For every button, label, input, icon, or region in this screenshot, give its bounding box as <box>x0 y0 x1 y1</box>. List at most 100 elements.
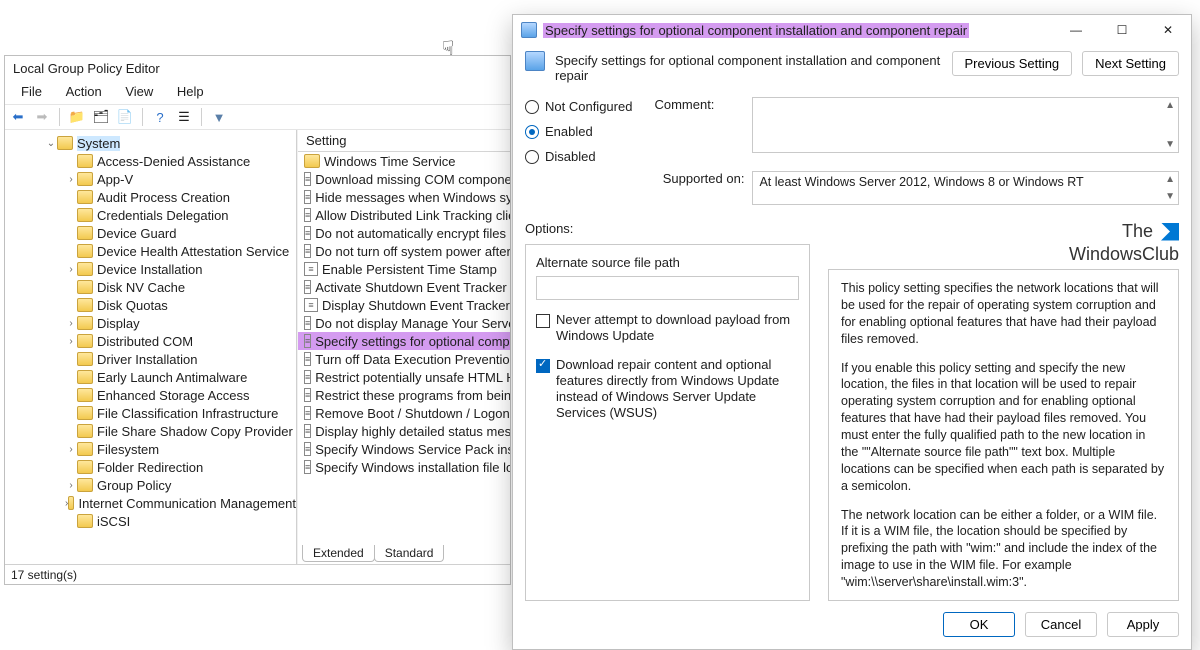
help-icon[interactable]: ? <box>151 108 169 126</box>
radio-enabled[interactable]: Enabled <box>525 124 632 139</box>
policy-icon <box>525 51 545 71</box>
scroll-up-icon[interactable]: ▲ <box>1165 100 1175 111</box>
tree-node-label: Driver Installation <box>97 352 197 367</box>
tree-node[interactable]: Enhanced Storage Access <box>5 386 296 404</box>
options-pane: Options: Alternate source file path Neve… <box>525 221 810 601</box>
tree-node[interactable]: Credentials Delegation <box>5 206 296 224</box>
up-folder-icon[interactable]: 📁 <box>68 108 86 126</box>
chevron-right-icon[interactable]: › <box>65 174 77 185</box>
policy-item-icon: ≡ <box>304 208 311 222</box>
tree-node-system[interactable]: System <box>77 136 120 151</box>
forward-icon[interactable]: ➡ <box>33 108 51 126</box>
minimize-icon[interactable]: — <box>1053 15 1099 45</box>
setting-row[interactable]: ≡Do not turn off system power after a <box>298 242 510 260</box>
chevron-right-icon[interactable]: › <box>65 444 77 455</box>
setting-row[interactable]: ≡Restrict these programs from being <box>298 386 510 404</box>
folder-icon <box>77 370 93 384</box>
maximize-icon[interactable]: ☐ <box>1099 15 1145 45</box>
setting-row[interactable]: ≡Do not display Manage Your Server p <box>298 314 510 332</box>
folder-icon <box>77 460 93 474</box>
chevron-right-icon[interactable]: › <box>65 336 77 347</box>
setting-row[interactable]: ≡Do not automatically encrypt files m <box>298 224 510 242</box>
comment-textarea[interactable]: ▲ ▼ <box>752 97 1179 153</box>
setting-row[interactable]: ≡ Allow Distributed Link Tracking clier <box>298 206 510 224</box>
alt-path-input[interactable] <box>536 276 799 300</box>
wsus-checkbox[interactable]: Download repair content and optional fea… <box>536 357 799 422</box>
gp-tree[interactable]: ⌄ SystemAccess-Denied Assistance › App-VAud… <box>5 130 297 564</box>
tree-node[interactable]: File Share Shadow Copy Provider <box>5 422 296 440</box>
tree-node[interactable]: ›Display <box>5 314 296 332</box>
windows-logo-icon <box>1161 223 1179 241</box>
chevron-right-icon[interactable]: › <box>65 480 77 491</box>
setting-label: Specify settings for optional compo <box>315 334 510 349</box>
setting-row[interactable]: ≡Specify Windows installation file loc <box>298 458 510 476</box>
next-setting-button[interactable]: Next Setting <box>1082 51 1179 76</box>
tree-node[interactable]: Disk Quotas <box>5 296 296 314</box>
cancel-button[interactable]: Cancel <box>1025 612 1097 637</box>
tree-node[interactable]: Early Launch Antimalware <box>5 368 296 386</box>
settings-list[interactable]: Windows Time Service≡Download missing CO… <box>298 152 510 476</box>
policy-dialog-titlebar[interactable]: Specify settings for optional component … <box>513 15 1191 45</box>
previous-setting-button[interactable]: Previous Setting <box>952 51 1073 76</box>
close-icon[interactable]: ✕ <box>1145 15 1191 45</box>
radio-not-configured[interactable]: Not Configured <box>525 99 632 114</box>
chevron-right-icon[interactable]: › <box>65 318 77 329</box>
setting-row[interactable]: ≡Turn off Data Execution Prevention fo <box>298 350 510 368</box>
chevron-right-icon[interactable]: › <box>65 264 77 275</box>
back-icon[interactable]: ⬅ <box>9 108 27 126</box>
chevron-down-icon[interactable]: ⌄ <box>45 138 57 149</box>
tree-node[interactable]: Audit Process Creation <box>5 188 296 206</box>
tree-node[interactable]: ›Filesystem <box>5 440 296 458</box>
setting-label: Allow Distributed Link Tracking clier <box>315 208 510 223</box>
setting-row[interactable]: ≡Download missing COM componer <box>298 170 510 188</box>
menu-help[interactable]: Help <box>167 82 214 101</box>
tree-node[interactable]: ›Distributed COM <box>5 332 296 350</box>
tree-node[interactable]: File Classification Infrastructure <box>5 404 296 422</box>
menu-action[interactable]: Action <box>56 82 112 101</box>
tree-node[interactable]: Disk NV Cache <box>5 278 296 296</box>
apply-button[interactable]: Apply <box>1107 612 1179 637</box>
setting-row[interactable]: ≡Activate Shutdown Event Tracker Sys <box>298 278 510 296</box>
setting-row[interactable]: ≡Display Shutdown Event Tracker <box>298 296 510 314</box>
help-text[interactable]: This policy setting specifies the networ… <box>828 269 1179 601</box>
never-download-checkbox[interactable]: Never attempt to download payload from W… <box>536 312 799 345</box>
ok-button[interactable]: OK <box>943 612 1015 637</box>
show-hide-tree-icon[interactable]: 🗂 <box>92 108 110 126</box>
scroll-down-icon[interactable]: ▼ <box>1165 191 1175 202</box>
tree-node[interactable]: Driver Installation <box>5 350 296 368</box>
properties-icon[interactable]: ☰ <box>175 108 193 126</box>
tree-node[interactable]: ›Device Installation <box>5 260 296 278</box>
tree-node[interactable]: ›Internet Communication Management <box>5 494 296 512</box>
menu-view[interactable]: View <box>115 82 163 101</box>
tab-standard[interactable]: Standard <box>374 545 445 562</box>
settings-column-header[interactable]: Setting <box>298 130 510 152</box>
tree-node[interactable]: ›Group Policy <box>5 476 296 494</box>
scroll-up-icon[interactable]: ▲ <box>1165 174 1175 185</box>
setting-row[interactable]: ≡Restrict potentially unsafe HTML He <box>298 368 510 386</box>
tree-node[interactable]: › App-V <box>5 170 296 188</box>
gp-menubar: File Action View Help <box>5 82 510 104</box>
setting-row[interactable]: ≡Remove Boot / Shutdown / Logon / <box>298 404 510 422</box>
radio-disabled[interactable]: Disabled <box>525 149 632 164</box>
setting-row[interactable]: ≡Specify settings for optional compo <box>298 332 510 350</box>
menu-file[interactable]: File <box>11 82 52 101</box>
tree-node-label: App-V <box>97 172 133 187</box>
scroll-down-icon[interactable]: ▼ <box>1165 139 1175 150</box>
setting-row[interactable]: Windows Time Service <box>298 152 510 170</box>
tree-node[interactable]: iSCSI <box>5 512 296 530</box>
options-heading: Options: <box>525 221 810 236</box>
policy-item-icon: ≡ <box>304 226 311 240</box>
setting-row[interactable]: ≡Display highly detailed status messa <box>298 422 510 440</box>
setting-row[interactable]: ≡Hide messages when Windows syste <box>298 188 510 206</box>
tab-extended[interactable]: Extended <box>302 545 375 562</box>
export-list-icon[interactable]: 📄 <box>116 108 134 126</box>
policy-item-icon: ≡ <box>304 190 311 204</box>
folder-icon <box>77 190 93 204</box>
tree-node[interactable]: Device Health Attestation Service <box>5 242 296 260</box>
tree-node[interactable]: Folder Redirection <box>5 458 296 476</box>
setting-row[interactable]: ≡Specify Windows Service Pack instal <box>298 440 510 458</box>
filter-icon[interactable]: ▼ <box>210 108 228 126</box>
tree-node[interactable]: Access-Denied Assistance <box>5 152 296 170</box>
tree-node[interactable]: Device Guard <box>5 224 296 242</box>
setting-row[interactable]: ≡Enable Persistent Time Stamp <box>298 260 510 278</box>
